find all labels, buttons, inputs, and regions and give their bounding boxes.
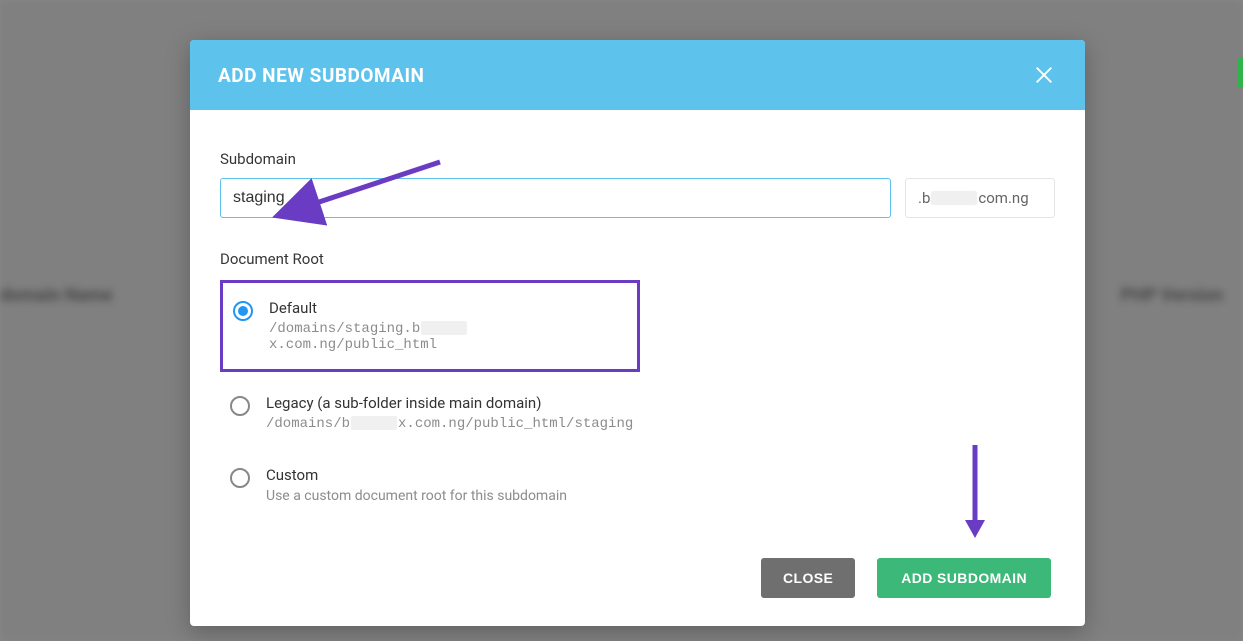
radio-legacy-path-b: x.com.ng/public_html/staging — [398, 416, 633, 432]
domain-suffix-suffix: com.ng — [978, 189, 1028, 207]
radio-legacy-path-a: /domains/b — [266, 416, 350, 432]
radio-legacy[interactable] — [230, 396, 250, 416]
subdomain-row: .b com.ng — [220, 178, 1055, 218]
modal-body: Subdomain .b com.ng Document Root Default… — [190, 110, 1085, 626]
document-root-radio-group: Default /domains/staging.bx.com.ng/publi… — [220, 280, 1055, 514]
bg-column-header-left: domain Name — [0, 285, 113, 306]
close-icon[interactable] — [1031, 62, 1057, 88]
radio-option-custom[interactable]: Custom Use a custom document root for th… — [220, 456, 1055, 514]
subdomain-label: Subdomain — [220, 150, 1055, 168]
add-subdomain-button[interactable]: ADD SUBDOMAIN — [877, 558, 1051, 598]
radio-custom-title: Custom — [266, 466, 1047, 484]
radio-default-path: /domains/staging.bx.com.ng/public_html — [269, 321, 629, 353]
modal-title: ADD NEW SUBDOMAIN — [218, 64, 424, 87]
domain-suffix-prefix: .b — [918, 189, 930, 207]
radio-legacy-text: Legacy (a sub-folder inside main domain)… — [266, 394, 1047, 432]
radio-legacy-path: /domains/b x.com.ng/public_html/staging — [266, 416, 1047, 432]
add-subdomain-modal: ADD NEW SUBDOMAIN Subdomain .b com.ng Doc… — [190, 40, 1085, 626]
radio-custom[interactable] — [230, 468, 250, 488]
radio-custom-text: Custom Use a custom document root for th… — [266, 466, 1047, 504]
radio-default-title: Default — [269, 299, 629, 317]
domain-suffix: .b com.ng — [905, 178, 1055, 218]
document-root-label: Document Root — [220, 250, 1055, 268]
radio-default-text: Default /domains/staging.bx.com.ng/publi… — [269, 299, 629, 353]
radio-custom-desc: Use a custom document root for this subd… — [266, 488, 1047, 504]
radio-default[interactable] — [233, 301, 253, 321]
subdomain-input[interactable] — [220, 178, 891, 218]
bg-green-badge — [1237, 58, 1243, 88]
close-button[interactable]: CLOSE — [761, 558, 855, 598]
radio-legacy-title: Legacy (a sub-folder inside main domain) — [266, 394, 1047, 412]
modal-footer: CLOSE ADD SUBDOMAIN — [220, 528, 1055, 598]
modal-header: ADD NEW SUBDOMAIN — [190, 40, 1085, 110]
redacted-text — [351, 416, 397, 430]
radio-default-path-b: x.com.ng/public_html — [269, 337, 437, 353]
radio-option-default[interactable]: Default /domains/staging.bx.com.ng/publi… — [220, 280, 640, 372]
bg-column-header-right: PHP Version — [1121, 285, 1223, 306]
redacted-text — [421, 321, 467, 335]
radio-default-path-a: /domains/staging.b — [269, 321, 420, 337]
radio-option-legacy[interactable]: Legacy (a sub-folder inside main domain)… — [220, 384, 1055, 442]
redacted-text — [931, 191, 977, 205]
